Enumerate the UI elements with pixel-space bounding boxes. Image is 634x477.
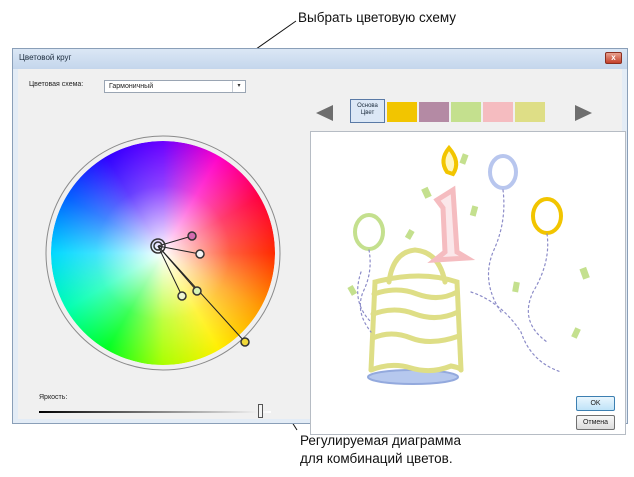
harmony-handle-1 bbox=[187, 231, 197, 241]
scheme-select-value: Гармоничный bbox=[109, 83, 154, 90]
color-swatch-5[interactable] bbox=[515, 102, 545, 122]
design-preview bbox=[310, 131, 626, 435]
harmony-handle-4 bbox=[177, 291, 187, 301]
chevron-down-icon: ▾ bbox=[232, 81, 245, 92]
title-bar: Цветовой круг x bbox=[13, 49, 627, 69]
scheme-select[interactable]: Гармоничный ▾ bbox=[104, 80, 246, 93]
birthday-cake-design bbox=[347, 144, 590, 385]
color-swatch-1[interactable] bbox=[387, 102, 417, 122]
ok-button[interactable]: OK bbox=[576, 396, 615, 411]
color-wheel[interactable] bbox=[44, 134, 282, 372]
harmony-handle-2 bbox=[195, 249, 205, 259]
close-button[interactable]: x bbox=[605, 52, 622, 64]
brightness-label: Яркость: bbox=[39, 394, 68, 401]
cancel-button[interactable]: Отмена bbox=[576, 415, 615, 430]
scheme-label: Цветовая схема: bbox=[29, 81, 84, 88]
harmony-handle-5 bbox=[240, 337, 250, 347]
previous-arrow-icon[interactable] bbox=[316, 105, 334, 121]
harmony-handle-3 bbox=[192, 286, 202, 296]
dialog-title: Цветовой круг bbox=[19, 53, 72, 62]
color-swatch-4[interactable] bbox=[483, 102, 513, 122]
brightness-slider-track[interactable] bbox=[39, 411, 271, 413]
base-color-label: Основа Цвет bbox=[357, 103, 378, 116]
close-icon: x bbox=[611, 53, 616, 62]
color-swatch-3[interactable] bbox=[451, 102, 481, 122]
base-color-swatch[interactable]: Основа Цвет bbox=[350, 99, 385, 123]
brightness-slider-thumb[interactable] bbox=[258, 404, 263, 418]
color-wheel-dialog: Цветовой круг x Цветовая схема: Гармонич… bbox=[12, 48, 628, 435]
next-arrow-icon[interactable] bbox=[575, 105, 593, 121]
dialog-body: Цветовая схема: Гармоничный ▾ Основа Цве… bbox=[18, 69, 626, 435]
color-swatch-2[interactable] bbox=[419, 102, 449, 122]
